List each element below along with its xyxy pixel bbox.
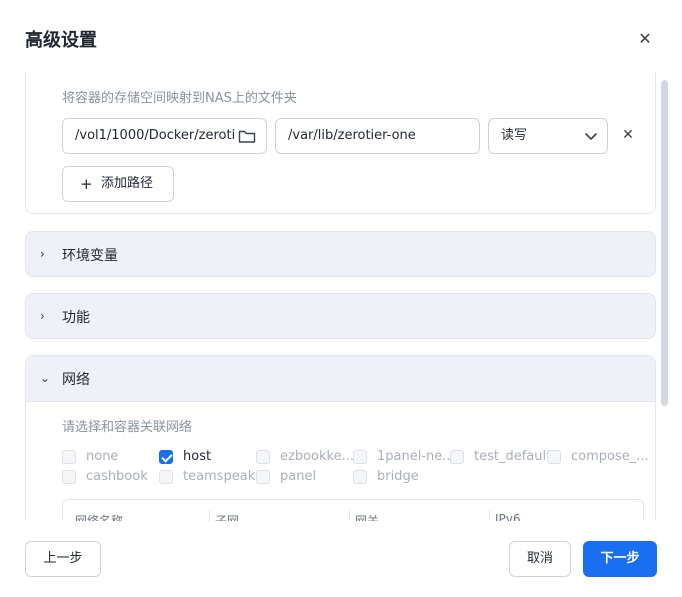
mount-mode-value: 读写 <box>501 128 528 143</box>
network-option-label: teamspeak <box>183 469 256 484</box>
section-features[interactable]: › 功能 <box>25 293 656 339</box>
section-env-label: 环境变量 <box>62 248 118 264</box>
dialog-title: 高级设置 <box>25 30 97 51</box>
container-path-value: /var/lib/zerotier-one <box>288 128 416 143</box>
checkbox-icon[interactable] <box>256 450 270 464</box>
host-path-value: /vol1/1000/Docker/zeroti <box>75 128 236 143</box>
chevron-right-icon: › <box>40 247 45 261</box>
folder-icon[interactable] <box>238 128 256 144</box>
checkbox-checked-icon[interactable] <box>159 450 173 464</box>
network-option-label: cashbook <box>86 469 148 484</box>
add-path-button[interactable]: + 添加路径 <box>62 166 174 202</box>
cancel-button[interactable]: 取消 <box>509 541 571 577</box>
checkbox-icon[interactable] <box>450 450 464 464</box>
section-network-header[interactable]: ⌄ 网络 <box>26 356 655 402</box>
close-icon[interactable]: ✕ <box>634 28 656 50</box>
checkbox-icon[interactable] <box>547 450 561 464</box>
network-option-label: panel <box>280 469 317 484</box>
plus-icon: + <box>80 175 93 193</box>
storage-hint: 将容器的存储空间映射到NAS上的文件夹 <box>62 91 297 106</box>
next-step-button[interactable]: 下一步 <box>583 541 657 577</box>
network-option-label: ezbookke... <box>280 449 354 464</box>
checkbox-icon[interactable] <box>353 450 367 464</box>
remove-path-icon[interactable]: ✕ <box>620 125 636 145</box>
network-hint: 请选择和容器关联网络 <box>62 420 193 435</box>
dialog-footer <box>0 521 682 597</box>
container-path-input[interactable]: /var/lib/zerotier-one <box>275 118 480 154</box>
checkbox-icon[interactable] <box>62 470 76 484</box>
checkbox-icon[interactable] <box>159 470 173 484</box>
network-option-label: bridge <box>377 469 419 484</box>
network-option-label: test_default <box>474 449 552 464</box>
section-features-label: 功能 <box>62 310 90 326</box>
checkbox-icon[interactable] <box>353 470 367 484</box>
host-path-input[interactable]: /vol1/1000/Docker/zeroti <box>62 118 267 154</box>
section-environment-variables[interactable]: › 环境变量 <box>25 231 656 277</box>
chevron-down-icon <box>585 133 597 140</box>
checkbox-icon[interactable] <box>62 450 76 464</box>
advanced-settings-dialog: 高级设置 ✕ 将容器的存储空间映射到NAS上的文件夹 /vol1/1000/Do… <box>0 0 682 597</box>
network-option-label: 1panel-ne... <box>377 449 455 464</box>
network-option-label: none <box>86 449 119 464</box>
network-option-label: compose_... <box>571 449 649 464</box>
network-option-label: host <box>183 449 212 464</box>
scrollbar[interactable] <box>661 80 668 406</box>
checkbox-icon[interactable] <box>256 470 270 484</box>
prev-step-button[interactable]: 上一步 <box>25 541 101 577</box>
section-network-label: 网络 <box>62 372 90 388</box>
dialog-header: 高级设置 ✕ <box>0 0 682 72</box>
add-path-label: 添加路径 <box>101 176 154 191</box>
chevron-right-icon: › <box>40 309 45 323</box>
mount-mode-select[interactable]: 读写 <box>488 118 608 154</box>
chevron-down-icon: ⌄ <box>40 371 51 385</box>
